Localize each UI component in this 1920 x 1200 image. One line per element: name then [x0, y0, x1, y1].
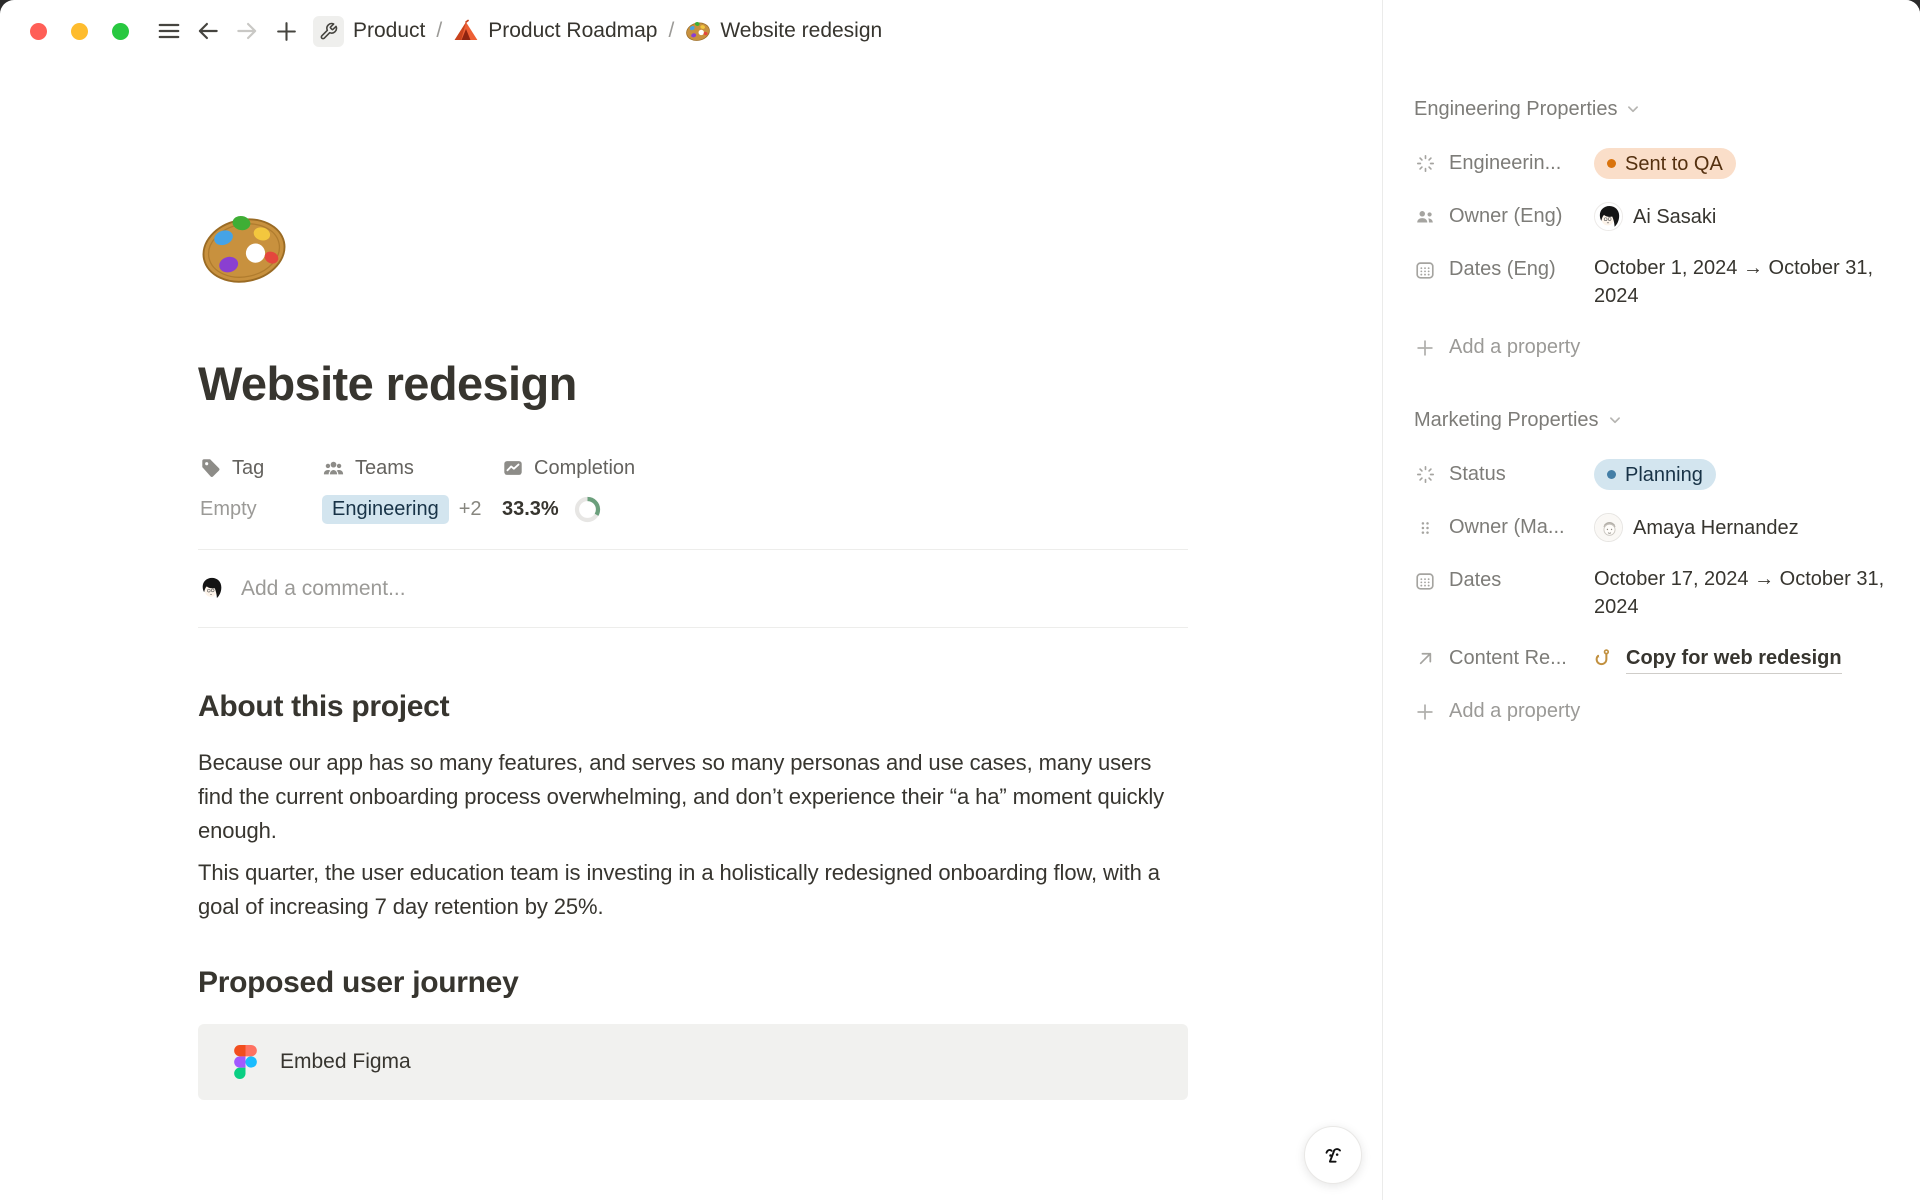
property-tag[interactable]: Tag Empty: [200, 455, 264, 525]
property-teams[interactable]: Teams Engineering +2: [322, 455, 482, 525]
property-value-empty: Empty: [200, 498, 257, 521]
completion-percent: 33.3%: [502, 498, 559, 521]
paragraph[interactable]: This quarter, the user education team is…: [198, 856, 1188, 924]
date-range: October 1, 2024 → October 31, 2024: [1594, 254, 1896, 310]
tag-icon: [200, 457, 222, 479]
menu-icon[interactable]: [153, 15, 185, 47]
figma-logo-icon: [234, 1045, 257, 1079]
status-chip-sent-to-qa[interactable]: Sent to QA: [1594, 148, 1736, 179]
notion-window: Product / Product Roadmap /: [0, 0, 1920, 1200]
avatar-ai-sasaki: [1594, 202, 1623, 231]
teams-more-count[interactable]: +2: [459, 498, 482, 521]
section-heading-about[interactable]: About this project: [198, 690, 449, 724]
traffic-lights: [30, 23, 129, 40]
owner-name: Ai Sasaki: [1633, 203, 1716, 231]
property-completion[interactable]: Completion 33.3%: [502, 455, 635, 525]
status-burst-icon: [1414, 464, 1436, 485]
page-properties: Tag Empty Teams: [198, 455, 1188, 535]
plus-icon: [1414, 337, 1436, 359]
calendar-icon: [1414, 570, 1436, 592]
arrow-up-right-icon: [1414, 648, 1436, 669]
add-comment-row[interactable]: Add a comment...: [198, 549, 1188, 628]
section-heading-journey[interactable]: Proposed user journey: [198, 966, 518, 1000]
property-row-eng-dates[interactable]: Dates (Eng) October 1, 2024 → October 31…: [1414, 254, 1896, 310]
property-label: Tag: [232, 457, 264, 480]
embed-figma-label: Embed Figma: [280, 1050, 411, 1074]
owner-name: Amaya Hernandez: [1633, 514, 1799, 542]
property-label: Owner (Eng): [1449, 205, 1562, 228]
property-row-eng-status[interactable]: Engineerin... Sent to QA: [1414, 148, 1896, 179]
ai-face-icon: [1318, 1140, 1348, 1170]
completion-chart-icon: [502, 457, 524, 479]
property-row-eng-owner[interactable]: Owner (Eng) Ai Sasaki: [1414, 201, 1896, 232]
section-title: Marketing Properties: [1414, 409, 1599, 432]
paragraph[interactable]: Because our app has so many features, an…: [198, 746, 1188, 848]
status-dot: [1607, 470, 1616, 479]
property-label: Dates: [1449, 569, 1501, 592]
zoom-window-button[interactable]: [112, 23, 129, 40]
property-label: Owner (Ma...: [1449, 516, 1565, 539]
properties-panel: Engineering Properties Engineerin... Sen: [1382, 0, 1920, 1200]
date-range: October 17, 2024 → October 31, 2024: [1594, 565, 1896, 621]
plus-icon: [1414, 701, 1436, 723]
property-label: Teams: [355, 457, 414, 480]
property-label: Dates (Eng): [1449, 258, 1556, 281]
page-content: Website redesign Tag Empty: [198, 0, 1188, 1200]
page-title[interactable]: Website redesign: [198, 356, 577, 411]
close-window-button[interactable]: [30, 23, 47, 40]
minimize-window-button[interactable]: [71, 23, 88, 40]
completion-progress-ring: [573, 495, 602, 524]
avatar: [198, 575, 226, 603]
section-engineering-properties[interactable]: Engineering Properties: [1414, 96, 1896, 122]
property-row-mkt-dates[interactable]: Dates October 17, 2024 → October 31, 202…: [1414, 565, 1896, 621]
property-label: Content Re...: [1449, 647, 1567, 670]
avatar-amaya-hernandez: [1594, 513, 1623, 542]
drag-handle-icon: [1414, 518, 1436, 538]
status-chip-planning[interactable]: Planning: [1594, 459, 1716, 490]
comment-input[interactable]: Add a comment...: [241, 577, 406, 601]
status-burst-icon: [1414, 153, 1436, 174]
property-label: Status: [1449, 463, 1506, 486]
chevron-down-icon: [1606, 411, 1624, 429]
property-row-mkt-owner[interactable]: Owner (Ma... Amaya Hernandez: [1414, 512, 1896, 543]
notion-ai-button[interactable]: [1304, 1126, 1362, 1184]
calendar-icon: [1414, 259, 1436, 281]
add-property-button[interactable]: Add a property: [1414, 332, 1896, 363]
teams-icon: [322, 457, 345, 480]
people-icon: [1414, 206, 1436, 228]
status-dot: [1607, 159, 1616, 168]
section-title: Engineering Properties: [1414, 98, 1617, 121]
property-row-content-relation[interactable]: Content Re... Copy for web redesign: [1414, 643, 1896, 674]
page-icon-palette[interactable]: [198, 202, 290, 294]
team-chip-engineering[interactable]: Engineering: [322, 495, 449, 524]
hook-icon: [1594, 648, 1616, 670]
property-label: Completion: [534, 457, 635, 480]
section-marketing-properties[interactable]: Marketing Properties: [1414, 407, 1896, 433]
chevron-down-icon: [1624, 100, 1642, 118]
property-label: Engineerin...: [1449, 152, 1561, 175]
figma-embed-placeholder[interactable]: Embed Figma: [198, 1024, 1188, 1100]
relation-link[interactable]: Copy for web redesign: [1626, 644, 1842, 674]
property-row-status[interactable]: Status Planning: [1414, 459, 1896, 490]
add-property-button[interactable]: Add a property: [1414, 696, 1896, 727]
